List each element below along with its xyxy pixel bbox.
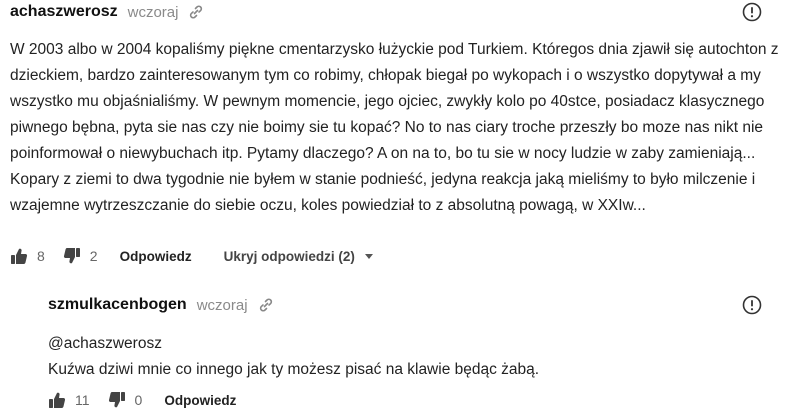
comment-time: wczoraj xyxy=(196,296,248,314)
dislike-button[interactable]: 0 xyxy=(108,391,143,409)
dislike-count: 0 xyxy=(134,392,143,408)
comment-actions: 11 0 Odpowiedz xyxy=(48,389,268,411)
hide-replies-label: Ukryj odpowiedzi (2) xyxy=(223,248,355,264)
dislike-button[interactable]: 2 xyxy=(63,247,98,265)
reply-button[interactable]: Odpowiedz xyxy=(120,249,192,264)
comment-header: achaszwerosz wczoraj xyxy=(10,2,204,22)
comment-time: wczoraj xyxy=(127,3,179,21)
comment-header: szmulkacenbogen wczoraj xyxy=(48,295,274,315)
link-icon[interactable] xyxy=(258,297,274,313)
comment-author[interactable]: szmulkacenbogen xyxy=(48,296,187,314)
comment-body: Kuźwa dziwi mnie co innego jak ty możesz… xyxy=(48,361,540,378)
comment-actions: 8 2 Odpowiedz Ukryj odpowiedzi (2) xyxy=(10,245,373,267)
reply-button[interactable]: Odpowiedz xyxy=(164,393,236,408)
like-count: 8 xyxy=(37,248,45,264)
comment-mention: @achaszwerosz xyxy=(48,335,162,352)
report-icon[interactable] xyxy=(742,295,762,315)
link-icon[interactable] xyxy=(188,4,204,20)
chevron-down-icon xyxy=(364,253,373,259)
thumbs-down-icon xyxy=(108,391,125,408)
thumbs-up-icon xyxy=(49,392,66,409)
thumbs-up-icon xyxy=(11,248,28,265)
comment-text: @achaszwerosz Kuźwa dziwi mnie co innego… xyxy=(48,331,778,383)
comment-author[interactable]: achaszwerosz xyxy=(10,3,118,21)
dislike-count: 2 xyxy=(89,248,98,264)
hide-replies-button[interactable]: Ukryj odpowiedzi (2) xyxy=(224,249,373,264)
like-button[interactable]: 11 xyxy=(48,391,90,409)
comment-text: W 2003 albo w 2004 kopaliśmy piękne cmen… xyxy=(10,41,779,214)
report-icon[interactable] xyxy=(742,2,762,22)
like-count: 11 xyxy=(75,392,90,408)
like-button[interactable]: 8 xyxy=(10,247,45,265)
thumbs-down-icon xyxy=(63,247,80,264)
